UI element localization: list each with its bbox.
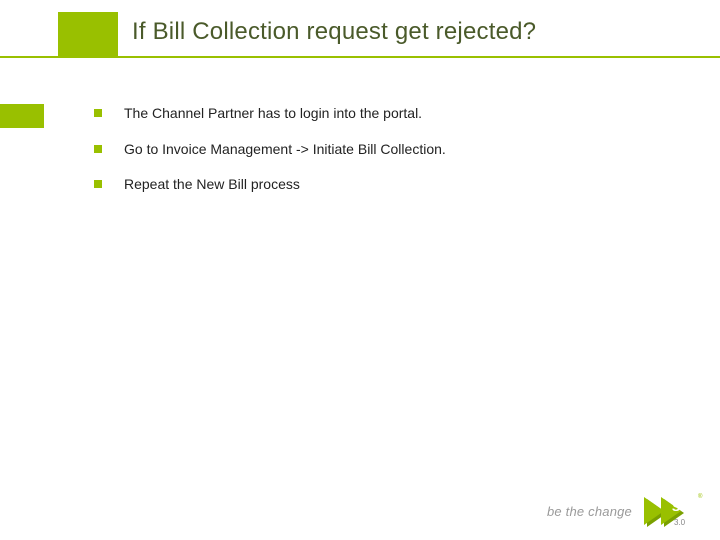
list-item: Go to Invoice Management -> Initiate Bil…: [94, 141, 654, 159]
logo-version: 3.0: [674, 518, 685, 527]
bullet-list: The Channel Partner has to login into th…: [94, 105, 654, 212]
header-accent-block: [58, 12, 118, 57]
list-item: Repeat the New Bill process: [94, 176, 654, 194]
bullet-text: Go to Invoice Management -> Initiate Bil…: [124, 141, 446, 159]
list-item: The Channel Partner has to login into th…: [94, 105, 654, 123]
bullet-icon: [94, 145, 102, 153]
bullet-text: The Channel Partner has to login into th…: [124, 105, 422, 123]
bullet-icon: [94, 109, 102, 117]
bullet-icon: [94, 180, 102, 188]
footer: be the change sify ® 3.0: [547, 490, 706, 532]
tagline: be the change: [547, 504, 632, 519]
title-underline: [0, 56, 720, 58]
bullet-text: Repeat the New Bill process: [124, 176, 300, 194]
side-accent-block: [0, 104, 44, 128]
sify-logo: sify ® 3.0: [644, 490, 706, 532]
logo-text: sify: [672, 498, 700, 516]
slide-title: If Bill Collection request get rejected?: [132, 18, 536, 46]
